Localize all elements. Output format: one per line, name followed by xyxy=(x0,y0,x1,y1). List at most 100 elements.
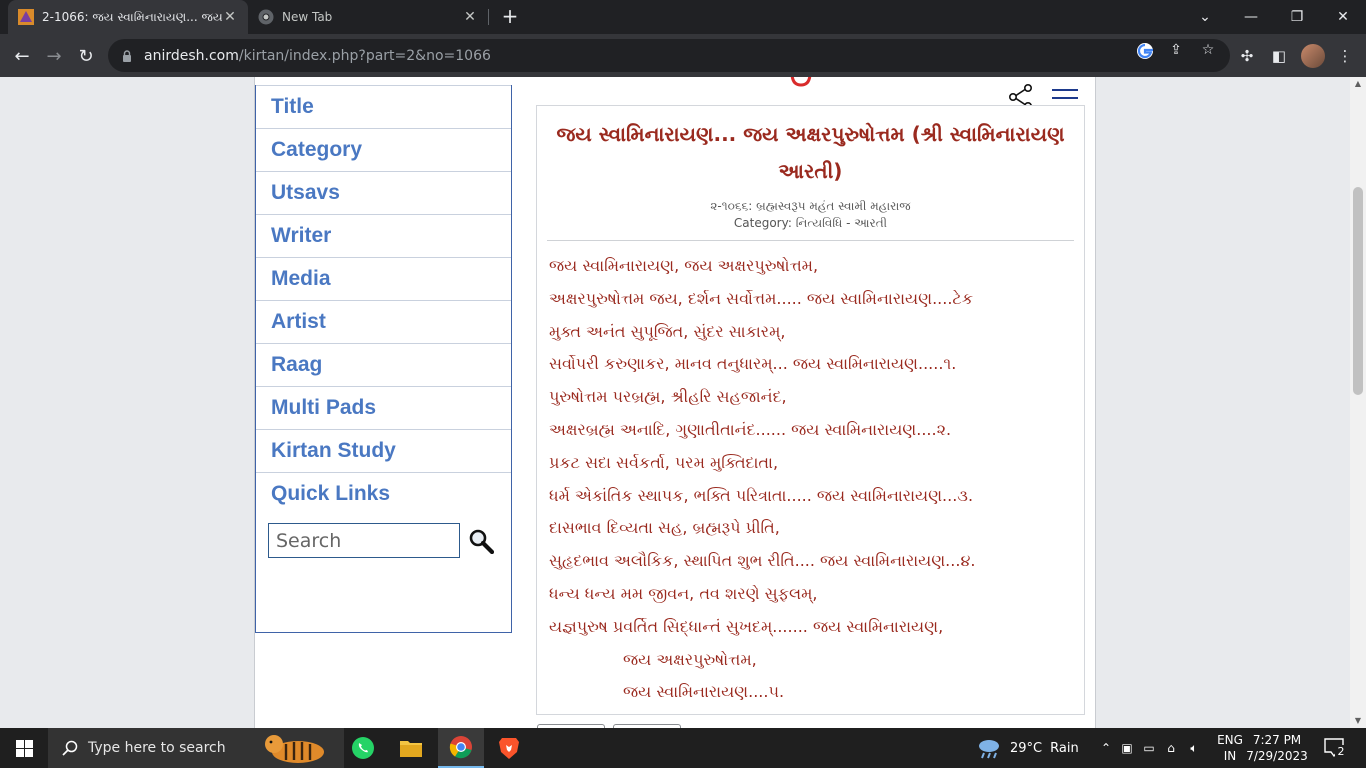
whatsapp-icon xyxy=(352,737,374,759)
site-favicon-icon xyxy=(18,9,34,25)
kirtan-title: જય સ્વામિનારાયણ... જય અક્ષરપુરુષોત્તમ (શ… xyxy=(556,122,1065,183)
kirtan-byline[interactable]: ૨-૧૦૬૬: બ્રહ્મસ્વરૂપ મહંત સ્વામી મહારાજ xyxy=(537,198,1084,215)
search-input[interactable] xyxy=(268,523,460,558)
lyric-line: જય અક્ષરપુરુષોત્તમ, xyxy=(623,649,757,669)
restore-button[interactable]: ❐ xyxy=(1274,0,1320,34)
taskbar-search-placeholder: Type here to search xyxy=(88,740,226,756)
sidebar-item-label: Raag xyxy=(271,353,323,376)
lyric-line: પ્રકટ સદા સર્વકર્તા, પરમ મુક્તિદાતા, xyxy=(549,452,779,472)
tab-active[interactable]: 2-1066: જય સ્વામિનારાયણ... જય અ ✕ xyxy=(8,0,248,34)
sidebar-item-artist[interactable]: Artist xyxy=(256,300,511,343)
search-icon[interactable] xyxy=(468,528,494,554)
close-tab-icon[interactable]: ✕ xyxy=(222,9,238,25)
minimize-button[interactable]: — xyxy=(1228,0,1274,34)
sidebar-item-category[interactable]: Category xyxy=(256,128,511,171)
category-value[interactable]: નિત્યવિધિ - આરતી xyxy=(796,216,887,230)
sidebar-item-kirtan-study[interactable]: Kirtan Study xyxy=(256,429,511,472)
tiger-search-highlight-icon[interactable] xyxy=(258,730,334,766)
lyric-line: ધર્મ એકાંતિક સ્થાપક, ભક્તિ પરિત્રાતા....… xyxy=(549,485,974,505)
bookmark-star-icon[interactable]: ☆ xyxy=(1199,42,1217,60)
sidebar-item-multi-pads[interactable]: Multi Pads xyxy=(256,386,511,429)
close-tab-icon[interactable]: ✕ xyxy=(462,9,478,25)
lyric-line: ધન્ય ધન્ય મમ જીવન, તવ શરણે સુફલમ્, xyxy=(549,583,818,603)
taskbar-clock[interactable]: 7:27 PM 7/29/2023 xyxy=(1244,732,1310,764)
sidebar-search xyxy=(268,523,494,558)
sidebar-item-utsavs[interactable]: Utsavs xyxy=(256,171,511,214)
back-button[interactable]: ← xyxy=(8,42,36,70)
battery-icon[interactable]: ▭ xyxy=(1138,741,1160,755)
brave-app-button[interactable] xyxy=(486,728,532,768)
sidebar-item-label: Category xyxy=(271,138,363,161)
reload-button[interactable]: ↻ xyxy=(72,42,100,70)
lyric-line: જય સ્વામિનારાયણ, જય અક્ષરપુરુષોત્તમ, xyxy=(549,256,819,275)
weather-widget[interactable]: 29°C Rain xyxy=(976,728,1079,768)
sidebar-item-label: Media xyxy=(271,267,331,290)
sidebar-item-raag[interactable]: Raag xyxy=(256,343,511,386)
lyric-line: પુરુષોત્તમ પરબ્રહ્મ, શ્રીહરિ સહજાનંદ, xyxy=(549,387,787,407)
whatsapp-app-button[interactable] xyxy=(340,728,386,768)
lyric-line: અક્ષરપુરુષોત્તમ જય, દર્શન સર્વોત્તમ.....… xyxy=(549,288,974,308)
lyric-line: મુક્ત અનંત સુપૂજિત, સુંદર સાકારમ્, xyxy=(549,321,786,341)
tab-search-chevron-icon[interactable]: ⌄ xyxy=(1182,0,1228,34)
sidebar-item-label: Artist xyxy=(271,310,326,333)
sidebar-item-title[interactable]: Title xyxy=(256,85,511,128)
tab-new-tab[interactable]: New Tab ✕ xyxy=(248,0,488,34)
url-host: anirdesh.com xyxy=(144,47,239,64)
lang-line1: ENG xyxy=(1217,733,1243,747)
side-panel-icon[interactable]: ◧ xyxy=(1268,45,1290,67)
chrome-app-button[interactable] xyxy=(438,728,484,768)
sidebar-item-label: Utsavs xyxy=(271,181,340,204)
rain-cloud-icon xyxy=(979,740,999,759)
site-logo-icon[interactable] xyxy=(790,77,812,87)
scroll-down-arrow-icon[interactable]: ▼ xyxy=(1350,714,1366,728)
lock-icon[interactable] xyxy=(122,49,132,62)
weather-text: Rain xyxy=(1050,740,1079,756)
show-hidden-icons-chevron-icon[interactable]: ⌃ xyxy=(1096,741,1116,755)
url-path: /kirtan/index.php?part=2&no=1066 xyxy=(238,47,491,64)
share-page-icon[interactable]: ⇪ xyxy=(1167,42,1185,60)
language-indicator[interactable]: ENG IN xyxy=(1215,732,1245,764)
forward-button[interactable]: → xyxy=(40,42,68,70)
sidebar-menu: Title Category Utsavs Writer Media Artis… xyxy=(255,85,512,633)
start-button[interactable] xyxy=(0,728,48,768)
lyrics: જય સ્વામિનારાયણ, જય અક્ષરપુરુષોત્તમ, અક્… xyxy=(537,241,1084,709)
clock-date: 7/29/2023 xyxy=(1246,749,1308,763)
new-tab-button[interactable]: + xyxy=(498,5,522,29)
sidebar-item-label: Quick Links xyxy=(271,482,391,505)
page-container: Title Category Utsavs Writer Media Artis… xyxy=(254,77,1096,728)
tab-title: 2-1066: જય સ્વામિનારાયણ... જય અ xyxy=(42,9,222,24)
extensions-puzzle-icon[interactable]: ✣ xyxy=(1236,45,1258,67)
lyric-line: દાસભાવ દિવ્યતા સહ, બ્રહ્મરૂપે પ્રીતિ, xyxy=(549,518,780,538)
brave-lion-icon xyxy=(499,738,519,759)
address-bar[interactable]: anirdesh.com/kirtan/index.php?part=2&no=… xyxy=(108,39,1230,72)
sidebar-item-quick-links[interactable]: Quick Links xyxy=(256,472,511,515)
scroll-up-arrow-icon[interactable]: ▲ xyxy=(1350,77,1366,91)
chrome-icon xyxy=(449,736,472,759)
volume-icon[interactable]: 🔈︎ xyxy=(1182,741,1206,756)
notification-center-button[interactable]: 2 xyxy=(1322,736,1347,760)
sidebar-item-media[interactable]: Media xyxy=(256,257,511,300)
meet-now-icon[interactable]: ▣ xyxy=(1116,741,1138,755)
chrome-icon xyxy=(258,9,274,25)
scroll-thumb[interactable] xyxy=(1353,187,1363,395)
file-explorer-button[interactable] xyxy=(388,728,434,768)
close-window-button[interactable]: ✕ xyxy=(1320,0,1366,34)
chrome-menu-icon[interactable]: ⋮ xyxy=(1334,45,1356,67)
sidebar-item-writer[interactable]: Writer xyxy=(256,214,511,257)
category-label: Category: xyxy=(733,216,792,230)
network-icon[interactable]: ⌂ xyxy=(1160,741,1182,755)
profile-avatar[interactable] xyxy=(1301,44,1325,68)
tab-title: New Tab xyxy=(282,10,333,24)
folder-icon xyxy=(400,741,422,757)
lyric-line: સુહૃદભાવ અલૌકિક, સ્થાપિત શુભ રીતિ.... જય… xyxy=(549,551,976,571)
google-lens-icon[interactable] xyxy=(1136,42,1154,60)
windows-logo-icon xyxy=(15,739,33,757)
kirtan-category: Category: નિત્યવિધિ - આરતી xyxy=(537,215,1084,232)
lang-line2: IN xyxy=(1223,749,1237,763)
windows-taskbar: Type here to search 29°C Rain ⌃ ▣ ▭ ⌂ 🔈︎… xyxy=(0,728,1366,768)
sidebar-item-label: Writer xyxy=(271,224,332,247)
page-scrollbar[interactable]: ▲ ▼ xyxy=(1350,77,1366,728)
tab-separator xyxy=(488,9,489,25)
lyric-line: યજ્ઞપુરુષ પ્રવર્તિત સિદ્ધાન્તં સુખદમ્...… xyxy=(549,616,944,636)
lyric-line: સર્વોપરી કરુણાકર, માનવ તનુધારમ્... જય સ્… xyxy=(549,354,957,374)
